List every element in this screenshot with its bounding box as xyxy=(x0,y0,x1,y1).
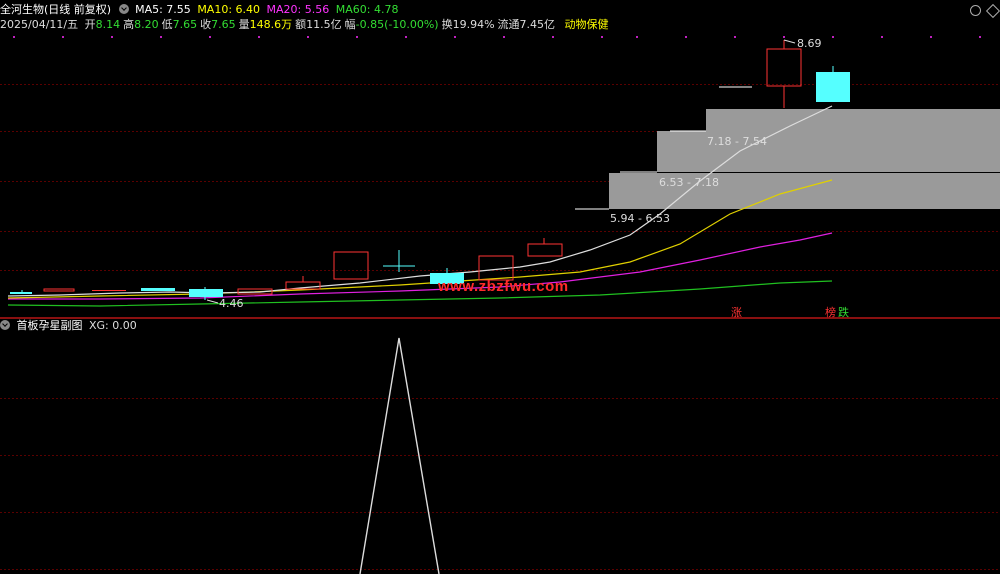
zone-label-mid: 6.53 - 7.18 xyxy=(659,176,719,189)
candle[interactable] xyxy=(527,243,563,257)
candle[interactable] xyxy=(92,290,126,291)
chip-zone-top[interactable] xyxy=(706,109,1000,131)
limit-down-marker[interactable]: 跌 xyxy=(838,304,849,320)
low-price-label: 4.46 xyxy=(219,297,244,310)
candle[interactable] xyxy=(189,289,223,297)
candle[interactable] xyxy=(816,72,850,102)
indicator-settings-icon[interactable] xyxy=(0,320,10,330)
low-pointer xyxy=(206,299,219,304)
high-price-label: 8.69 xyxy=(797,37,822,50)
indicator-title[interactable]: 首板孕星副图 xyxy=(17,319,83,332)
xg-indicator-line[interactable] xyxy=(359,337,440,574)
watermark: www.zbzfwu.com xyxy=(438,278,569,295)
magenta-dot-row xyxy=(13,36,981,38)
limit-up-marker[interactable]: 涨 xyxy=(731,304,742,320)
indicator-header: 首板孕星副图 XG: 0.00 xyxy=(0,318,140,334)
candle[interactable] xyxy=(10,292,32,294)
ma60-line[interactable] xyxy=(7,280,833,307)
candle[interactable] xyxy=(333,251,369,280)
rank-marker[interactable]: 榜 xyxy=(825,304,836,320)
candle[interactable] xyxy=(766,48,802,87)
candle[interactable] xyxy=(141,288,175,291)
ma20-line[interactable] xyxy=(8,232,833,300)
indicator-xg-value: XG: 0.00 xyxy=(89,319,137,332)
candle[interactable] xyxy=(43,288,75,292)
high-pointer xyxy=(783,39,796,44)
